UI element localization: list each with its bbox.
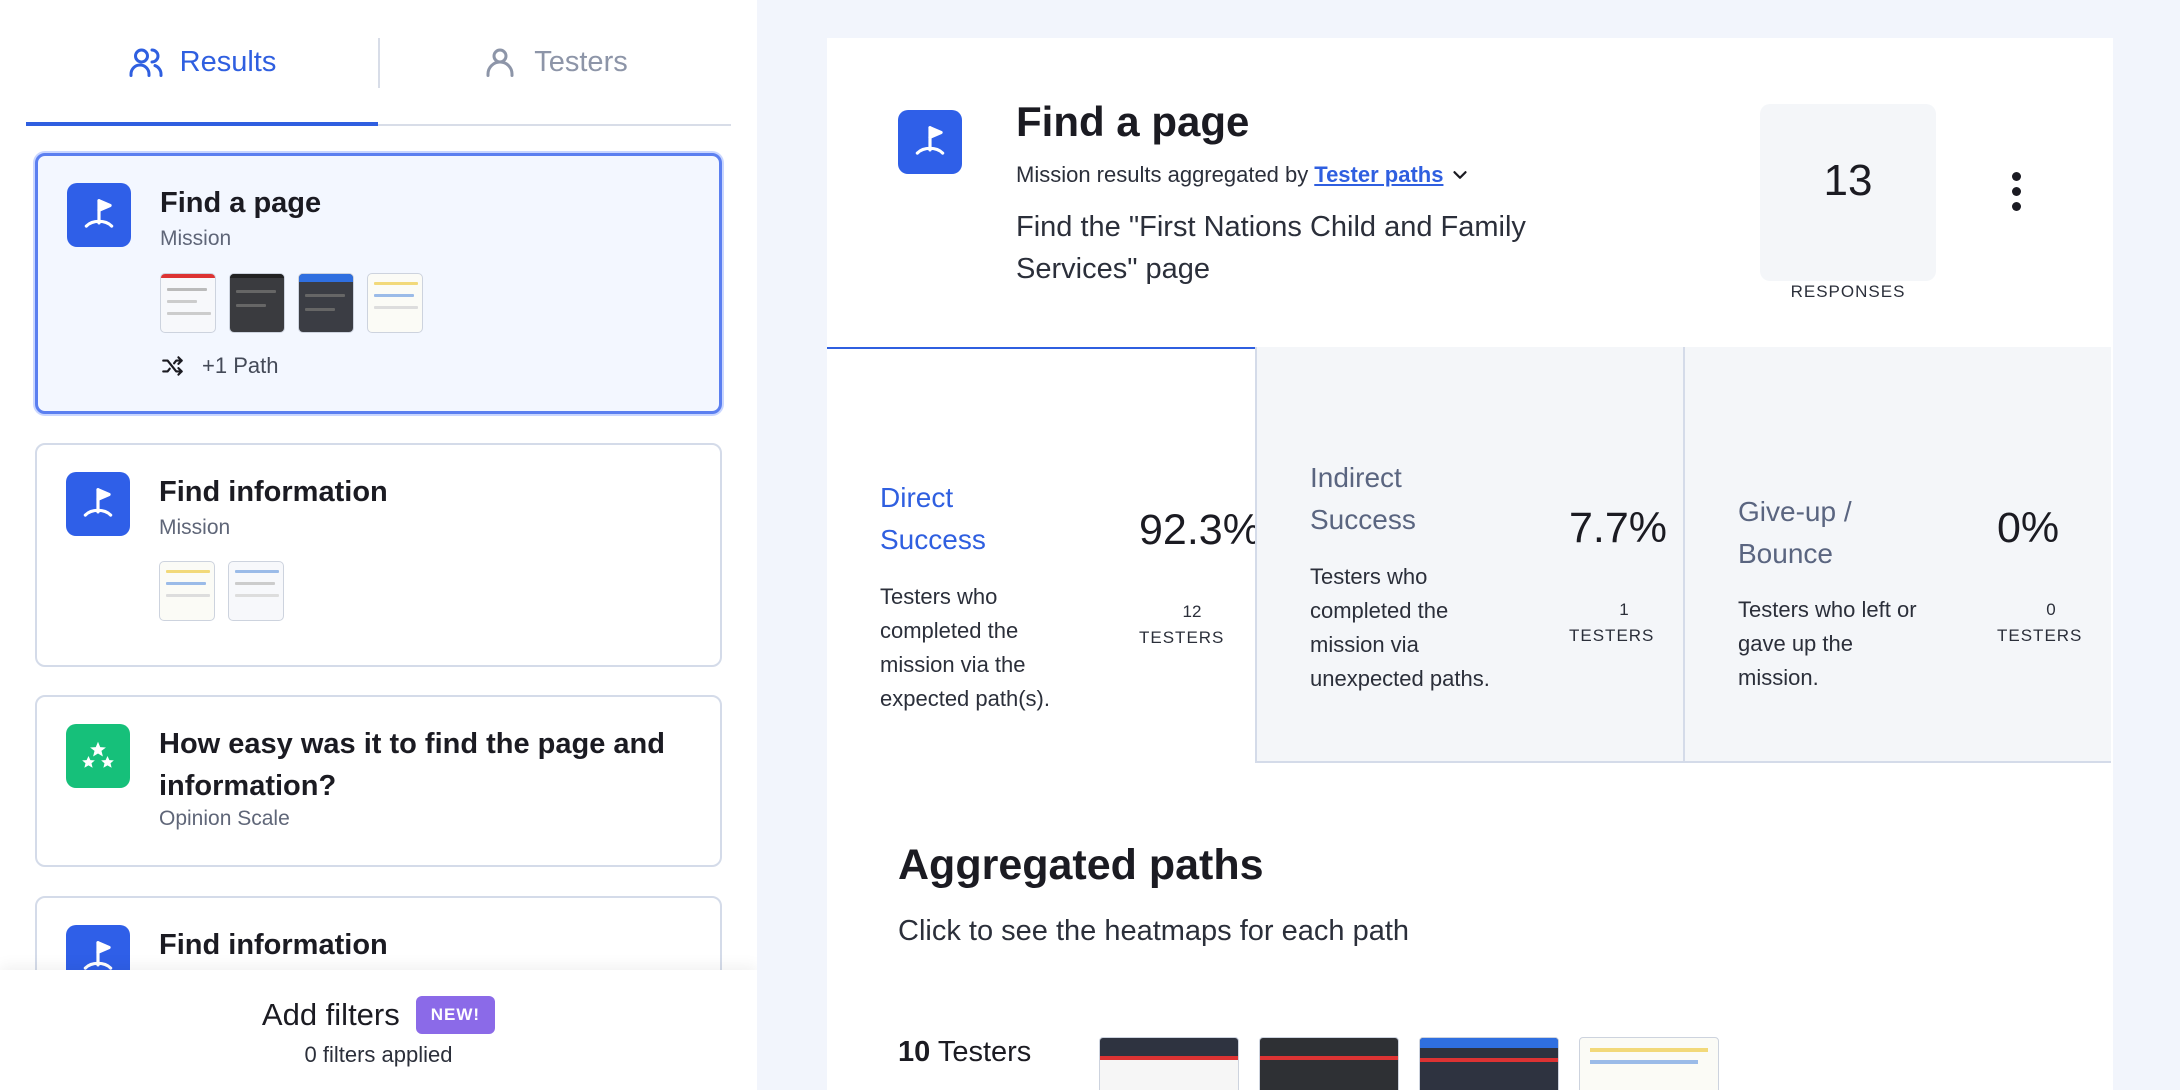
path-count-label: +1 Path: [202, 353, 279, 378]
stat-description: Testers who left or gave up the mission.: [1738, 597, 1917, 690]
page-title: Find a page: [1016, 98, 1250, 145]
responses-count: 13: [1823, 156, 1873, 205]
filters-applied-count: 0 filters applied: [304, 1042, 453, 1067]
stat-give-up-bounce[interactable]: Give-up / Bounce Testers who left or gav…: [1683, 347, 2111, 763]
mission-card-find-information[interactable]: Find information Mission: [35, 443, 722, 667]
path-testers-count: 10 Testers: [898, 1036, 1031, 1069]
stat-tester-count: 1: [1619, 600, 1629, 619]
path-screen-thumbnail[interactable]: [1419, 1037, 1559, 1090]
tab-bar: Results Testers: [26, 0, 731, 126]
aggregated-paths-subtitle: Click to see the heatmaps for each path: [898, 915, 1410, 947]
path-screen-thumbnail[interactable]: [1259, 1037, 1399, 1090]
path-count: +1 Path: [160, 353, 278, 379]
stat-description: Testers who completed the mission via un…: [1310, 564, 1490, 691]
mission-description: Find the "First Nations Child and Family…: [1016, 211, 1526, 285]
screen-thumbnail[interactable]: [160, 273, 216, 333]
tab-testers-label: Testers: [534, 45, 628, 78]
new-badge: NEW!: [415, 996, 496, 1034]
tab-results-label: Results: [179, 45, 277, 78]
screen-thumbnail[interactable]: [228, 561, 284, 621]
stat-percentage: 0%: [1997, 504, 2060, 552]
card-subtitle: Opinion Scale: [159, 807, 290, 830]
screen-thumbnails: [160, 273, 423, 333]
add-filters-button[interactable]: Add filters: [262, 997, 400, 1033]
path-screen-thumbnails: [1099, 1037, 1719, 1090]
shuffle-icon: [162, 356, 183, 376]
testers-label: Testers: [937, 1036, 1032, 1068]
stat-unit: TESTERS: [1139, 628, 1225, 647]
responses-counter: 13 RESPONSES: [1760, 104, 1936, 301]
success-stats: Direct Success Testers who completed the…: [827, 347, 2113, 763]
aggregated-paths-heading: Aggregated paths: [898, 841, 1264, 889]
path-screen-thumbnail[interactable]: [1579, 1037, 1719, 1090]
stars-icon: [66, 724, 130, 788]
mission-results-panel: Find a page Mission results aggregated b…: [827, 38, 2113, 1090]
users-icon: [129, 48, 163, 77]
tab-active-indicator: [26, 122, 378, 126]
mission-card-find-a-page[interactable]: Find a page Mission +1 Path: [35, 153, 722, 414]
card-subtitle: Mission: [159, 516, 231, 539]
responses-label: RESPONSES: [1790, 282, 1906, 301]
opinion-scale-card[interactable]: How easy was it to find the page and inf…: [35, 695, 722, 867]
screen-thumbnail[interactable]: [298, 273, 354, 333]
card-title: Find information: [159, 476, 388, 508]
filters-bar: Add filters NEW! 0 filters applied: [0, 970, 757, 1090]
left-panel: Results Testers Find a page Mission +1 P…: [0, 0, 757, 1090]
chevron-down-icon[interactable]: [1449, 164, 1471, 186]
stat-tester-count: 12: [1182, 602, 1202, 621]
more-options-icon[interactable]: [2006, 172, 2026, 222]
stat-description: Testers who completed the mission via th…: [880, 584, 1050, 711]
testers-number: 10: [898, 1036, 931, 1068]
aggregation-prefix: Mission results aggregated by: [1016, 162, 1309, 187]
stat-percentage: 7.7%: [1569, 504, 1668, 552]
card-title: How easy was it to find the page and inf…: [159, 728, 665, 802]
flag-icon: [898, 110, 962, 174]
screen-thumbnail[interactable]: [159, 561, 215, 621]
stat-title: Indirect Success: [1310, 462, 1416, 535]
stat-indirect-success[interactable]: Indirect Success Testers who completed t…: [1255, 347, 1683, 763]
screen-thumbnails: [159, 561, 284, 621]
stat-unit: TESTERS: [1569, 626, 1655, 645]
card-title: Find a page: [160, 187, 322, 219]
stat-direct-success[interactable]: Direct Success Testers who completed the…: [827, 347, 1261, 763]
flag-icon: [67, 183, 131, 247]
flag-icon: [66, 472, 130, 536]
stat-percentage: 92.3%: [1139, 506, 1261, 554]
card-subtitle: Mission: [160, 227, 232, 250]
screen-thumbnail[interactable]: [367, 273, 423, 333]
stat-unit: TESTERS: [1997, 626, 2083, 645]
tab-testers[interactable]: Testers: [379, 0, 731, 124]
stat-title: Direct Success: [880, 482, 986, 555]
path-screen-thumbnail[interactable]: [1099, 1037, 1239, 1090]
user-icon: [486, 48, 514, 77]
stat-title: Give-up / Bounce: [1738, 496, 1852, 569]
aggregation-selector: Mission results aggregated by Tester pat…: [1016, 162, 1471, 188]
card-title: Find information: [159, 929, 388, 961]
tester-paths-link[interactable]: Tester paths: [1314, 162, 1443, 188]
screen-thumbnail[interactable]: [229, 273, 285, 333]
tab-results[interactable]: Results: [26, 0, 378, 124]
stat-tester-count: 0: [2046, 600, 2056, 619]
